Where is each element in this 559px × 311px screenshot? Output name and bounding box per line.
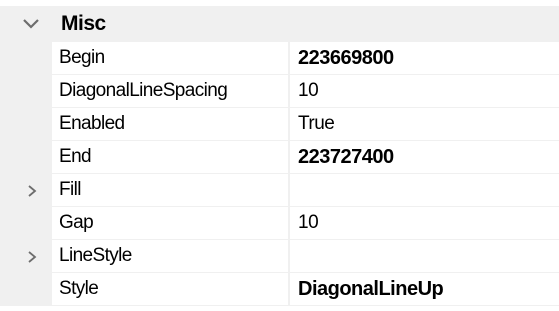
property-value-cell[interactable]: 223669800 bbox=[290, 42, 559, 75]
property-name: Style bbox=[59, 278, 99, 299]
row-gutter bbox=[0, 240, 52, 273]
property-row-gap[interactable]: Gap 10 bbox=[0, 207, 559, 240]
property-name-cell[interactable]: End bbox=[52, 141, 288, 174]
property-value-cell[interactable]: 10 bbox=[290, 207, 559, 240]
property-name: DiagonalLineSpacing bbox=[59, 80, 228, 101]
property-name: Enabled bbox=[59, 113, 125, 134]
property-name-cell[interactable]: Gap bbox=[52, 207, 288, 240]
chevron-right-icon[interactable] bbox=[26, 249, 38, 265]
category-header-misc[interactable]: Misc bbox=[0, 6, 559, 42]
property-name-cell[interactable]: LineStyle bbox=[52, 240, 288, 273]
row-gutter bbox=[0, 174, 52, 207]
property-value-cell[interactable]: True bbox=[290, 108, 559, 141]
property-name-cell[interactable]: Style bbox=[52, 273, 288, 306]
property-row-style[interactable]: Style DiagonalLineUp bbox=[0, 273, 559, 306]
property-value: True bbox=[298, 113, 335, 134]
property-row-diagonallinespacing[interactable]: DiagonalLineSpacing 10 bbox=[0, 75, 559, 108]
property-value-cell[interactable]: 10 bbox=[290, 75, 559, 108]
chevron-down-icon[interactable] bbox=[20, 14, 42, 34]
property-name: LineStyle bbox=[59, 245, 132, 266]
property-name: Begin bbox=[59, 47, 105, 68]
property-value: 10 bbox=[298, 80, 319, 101]
row-gutter bbox=[0, 75, 52, 108]
property-name-cell[interactable]: Fill bbox=[52, 174, 288, 207]
property-value-cell[interactable]: DiagonalLineUp bbox=[290, 273, 559, 306]
property-row-begin[interactable]: Begin 223669800 bbox=[0, 42, 559, 75]
property-name-cell[interactable]: Enabled bbox=[52, 108, 288, 141]
property-row-linestyle[interactable]: LineStyle bbox=[0, 240, 559, 273]
property-row-fill[interactable]: Fill bbox=[0, 174, 559, 207]
property-value: 10 bbox=[298, 212, 319, 233]
category-label: Misc bbox=[61, 12, 106, 35]
row-gutter bbox=[0, 141, 52, 174]
property-value: 223669800 bbox=[298, 47, 394, 69]
property-row-enabled[interactable]: Enabled True bbox=[0, 108, 559, 141]
property-value-cell[interactable] bbox=[290, 240, 559, 273]
row-gutter bbox=[0, 273, 52, 306]
property-row-end[interactable]: End 223727400 bbox=[0, 141, 559, 174]
property-name: End bbox=[59, 146, 92, 167]
row-gutter bbox=[0, 108, 52, 141]
row-gutter bbox=[0, 207, 52, 240]
property-value: 223727400 bbox=[298, 146, 394, 168]
chevron-right-icon[interactable] bbox=[26, 183, 38, 199]
property-name-cell[interactable]: Begin bbox=[52, 42, 288, 75]
property-value-cell[interactable]: 223727400 bbox=[290, 141, 559, 174]
property-name-cell[interactable]: DiagonalLineSpacing bbox=[52, 75, 288, 108]
property-value: DiagonalLineUp bbox=[298, 278, 444, 300]
property-value-cell[interactable] bbox=[290, 174, 559, 207]
property-name: Fill bbox=[59, 179, 81, 200]
row-gutter bbox=[0, 42, 52, 75]
property-grid: Misc Begin 223669800 DiagonalLineSpacing… bbox=[0, 0, 559, 311]
property-name: Gap bbox=[59, 212, 94, 233]
